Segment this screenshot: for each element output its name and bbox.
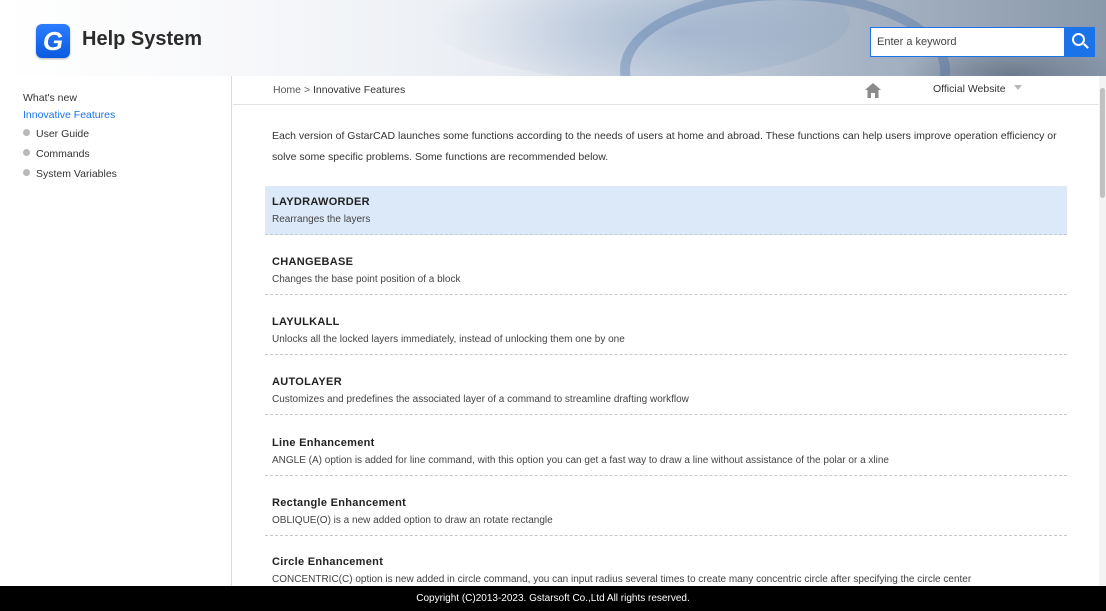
- intro-paragraph: Each version of GstarCAD launches some f…: [272, 130, 1057, 163]
- feature-title[interactable]: Rectangle Enhancement: [272, 497, 406, 509]
- official-website-dropdown[interactable]: Official Website: [933, 83, 1022, 95]
- expand-bullet-icon: [23, 149, 30, 156]
- search-icon-handle: [1083, 43, 1089, 49]
- feature-item[interactable]: LAYDRAWORDER Rearranges the layers: [265, 186, 1067, 235]
- sidebar-item-commands[interactable]: Commands: [23, 148, 90, 160]
- sidebar-item-innovative-features[interactable]: Innovative Features: [23, 109, 115, 121]
- feature-description: CONCENTRIC(C) option is new added in cir…: [272, 574, 972, 585]
- chevron-down-icon: [1013, 85, 1022, 90]
- breadcrumb-bar: Home > Innovative Features Official Webs…: [233, 76, 1099, 105]
- footer-copyright: Copyright (C)2013-2023. Gstarsoft Co.,Lt…: [0, 586, 1106, 611]
- feature-item[interactable]: Line Enhancement ANGLE (A) option is add…: [265, 427, 1067, 476]
- expand-bullet-icon: [23, 169, 30, 176]
- header-banner: G Help System: [0, 0, 1106, 76]
- scrollbar-thumb[interactable]: [1100, 88, 1105, 198]
- feature-title[interactable]: LAYULKALL: [272, 316, 340, 328]
- feature-title[interactable]: AUTOLAYER: [272, 376, 342, 388]
- app-logo-icon[interactable]: G: [36, 24, 70, 58]
- feature-title[interactable]: Circle Enhancement: [272, 556, 383, 568]
- feature-description: Rearranges the layers: [272, 214, 371, 225]
- sidebar-item-system-variables[interactable]: System Variables: [23, 168, 117, 180]
- official-website-label: Official Website: [933, 83, 1006, 95]
- breadcrumb-current: Innovative Features: [313, 84, 406, 96]
- feature-item[interactable]: CHANGEBASE Changes the base point positi…: [265, 246, 1067, 295]
- scrollbar[interactable]: [1099, 76, 1106, 586]
- search-box[interactable]: [870, 27, 1065, 57]
- feature-item[interactable]: Rectangle Enhancement OBLIQUE(O) is a ne…: [265, 487, 1067, 536]
- sidebar-item-label: Innovative Features: [23, 109, 116, 121]
- sidebar-item-whats-new[interactable]: What's new: [23, 92, 77, 104]
- feature-description: Customizes and predefines the associated…: [272, 394, 689, 405]
- feature-title[interactable]: LAYDRAWORDER: [272, 196, 370, 208]
- search-button[interactable]: [1065, 27, 1095, 57]
- sidebar-item-label: What's new: [23, 92, 77, 104]
- app-title[interactable]: Help System: [82, 28, 202, 51]
- sidebar-item-label: User Guide: [36, 128, 90, 140]
- sidebar-item-label: System Variables: [36, 168, 117, 180]
- feature-description: OBLIQUE(O) is a new added option to draw…: [272, 515, 553, 526]
- sidebar-item-user-guide[interactable]: User Guide: [23, 128, 89, 140]
- feature-title[interactable]: CHANGEBASE: [272, 256, 353, 268]
- feature-item[interactable]: LAYULKALL Unlocks all the locked layers …: [265, 306, 1067, 355]
- home-icon[interactable]: [865, 83, 881, 98]
- breadcrumb: Home > Innovative Features: [273, 84, 405, 96]
- feature-description: Changes the base point position of a blo…: [272, 274, 461, 285]
- expand-bullet-icon: [23, 129, 30, 136]
- feature-item[interactable]: AUTOLAYER Customizes and predefines the …: [265, 366, 1067, 415]
- breadcrumb-separator: >: [303, 84, 311, 96]
- breadcrumb-home-link[interactable]: Home: [273, 84, 301, 96]
- feature-description: ANGLE (A) option is added for line comma…: [272, 455, 889, 466]
- sidebar-item-label: Commands: [36, 148, 90, 160]
- feature-description: Unlocks all the locked layers immediatel…: [272, 334, 625, 345]
- logo-letter: G: [42, 26, 64, 56]
- sidebar: What's new Innovative Features User Guid…: [0, 76, 232, 586]
- search-input[interactable]: [875, 32, 1060, 52]
- feature-title[interactable]: Line Enhancement: [272, 437, 375, 449]
